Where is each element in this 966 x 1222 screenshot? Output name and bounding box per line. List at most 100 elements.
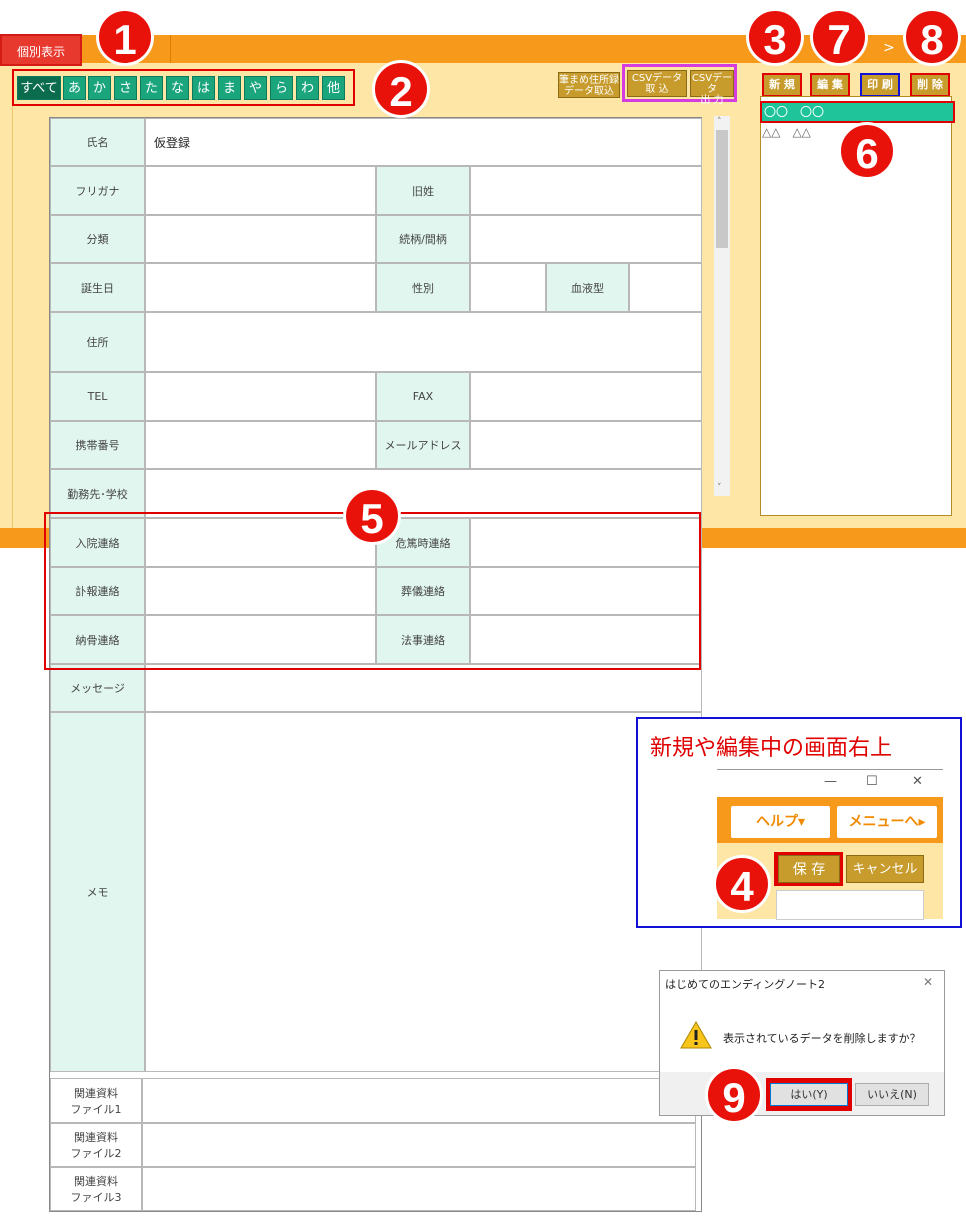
no-button[interactable]: いいえ(N) — [855, 1083, 929, 1106]
edit-button[interactable]: 編 集 — [810, 73, 850, 97]
tel-label: TEL — [50, 372, 145, 421]
csv-import-label-2: 取 込 — [645, 84, 669, 95]
kana-tab-ka[interactable]: か — [88, 76, 111, 100]
minimize-icon[interactable]: — — [824, 774, 837, 789]
kana-tab-ta[interactable]: た — [140, 76, 163, 100]
menu-button[interactable]: メニューへ▸ — [837, 806, 937, 838]
email-field[interactable] — [470, 421, 702, 469]
relation-field[interactable] — [470, 215, 702, 263]
maximize-icon[interactable]: ☐ — [866, 774, 878, 789]
mobile-field[interactable] — [145, 421, 376, 469]
file2-label-line1: 関連資料 — [74, 1131, 118, 1144]
memo-field[interactable] — [145, 712, 702, 1072]
title-bar-divider — [170, 35, 171, 63]
callout-5: 5 — [343, 487, 401, 545]
file1-label-line1: 関連資料 — [74, 1086, 118, 1100]
file3-label: 関連資料 ファイル3 — [50, 1167, 142, 1211]
left-margin — [0, 100, 13, 528]
tab-individual-view[interactable]: 個別表示 — [0, 34, 82, 66]
fude-import-label-2: データ取込 — [564, 86, 614, 97]
file1-label: 関連資料 ファイル1 — [50, 1078, 142, 1123]
callout-7: 7 — [810, 8, 868, 66]
maiden-name-field[interactable] — [470, 166, 702, 215]
kana-tab-na[interactable]: な — [166, 76, 189, 100]
dialog-close-icon[interactable]: ✕ — [923, 975, 933, 989]
dialog-title: はじめてのエンディングノート2 — [665, 978, 826, 991]
message-field[interactable] — [145, 664, 702, 712]
warning-icon — [680, 1020, 712, 1049]
kana-filter-bar: すべて あ か さ た な は ま や ら わ 他 — [12, 69, 355, 106]
kana-tab-wa[interactable]: わ — [296, 76, 319, 100]
fude-import-label-1: 筆まめ住所録 — [559, 75, 619, 86]
blood-type-label: 血液型 — [546, 263, 629, 312]
birthday-field[interactable] — [145, 263, 376, 312]
furigana-field[interactable] — [145, 166, 376, 215]
scroll-down-icon[interactable]: ˅ — [717, 483, 722, 493]
mobile-label: 携帯番号 — [50, 421, 145, 469]
window-close-icon[interactable]: ✕ — [912, 774, 923, 789]
file3-label-line1: 関連資料 — [74, 1175, 118, 1188]
csv-export-label-2: 出 力 — [700, 95, 724, 106]
inset-title: 新規や編集中の画面右上 — [650, 736, 893, 761]
gender-field[interactable] — [470, 263, 546, 312]
callout-4: 4 — [713, 855, 771, 913]
help-menu-button[interactable]: ヘルプ▾ — [731, 806, 830, 838]
kana-tab-ha[interactable]: は — [192, 76, 215, 100]
maiden-name-label: 旧姓 — [376, 166, 470, 215]
file1-field[interactable] — [142, 1078, 696, 1123]
callout-9: 9 — [705, 1066, 763, 1124]
kana-tab-other[interactable]: 他 — [322, 76, 345, 100]
kana-tab-all[interactable]: すべて — [17, 76, 61, 100]
name-field[interactable]: 仮登録 — [145, 118, 702, 166]
kana-tab-ma[interactable]: ま — [218, 76, 241, 100]
chevron-right-icon[interactable]: > — [883, 40, 897, 56]
file2-label: 関連資料 ファイル2 — [50, 1123, 142, 1167]
gender-label: 性別 — [376, 263, 470, 312]
kana-tab-sa[interactable]: さ — [114, 76, 137, 100]
yes-button[interactable]: はい(Y) — [770, 1083, 848, 1106]
tel-field[interactable] — [145, 372, 376, 421]
save-button[interactable]: 保 存 — [778, 855, 840, 883]
list-item-selected[interactable]: 〇〇 〇〇 — [760, 101, 955, 123]
scroll-up-icon[interactable]: ˄ — [717, 117, 722, 127]
kana-tab-ya[interactable]: や — [244, 76, 267, 100]
workplace-label: 勤務先･学校 — [50, 469, 145, 518]
inset-list-area — [776, 890, 924, 920]
blood-type-field[interactable] — [629, 263, 702, 312]
file2-field[interactable] — [142, 1123, 696, 1167]
fude-import-button[interactable]: 筆まめ住所録 データ取込 — [558, 72, 620, 98]
callout-8: 8 — [903, 8, 961, 66]
fax-label: FAX — [376, 372, 470, 421]
inset-divider — [717, 769, 943, 770]
print-button[interactable]: 印 刷 — [860, 73, 900, 97]
csv-import-button[interactable]: CSVデータ 取 込 — [627, 70, 687, 97]
cancel-button[interactable]: キャンセル — [846, 855, 924, 883]
file3-field[interactable] — [142, 1167, 696, 1211]
file1-label-line2: ファイル1 — [70, 1102, 122, 1116]
address-field[interactable] — [145, 312, 702, 372]
address-label: 住所 — [50, 312, 145, 372]
workplace-field[interactable] — [145, 469, 702, 518]
delete-button[interactable]: 削 除 — [910, 73, 950, 97]
file2-label-line2: ファイル2 — [70, 1147, 122, 1160]
email-label: メールアドレス — [376, 421, 470, 469]
file3-label-line2: ファイル3 — [70, 1191, 122, 1204]
fax-field[interactable] — [470, 372, 702, 421]
csv-export-button[interactable]: CSVデータ 出 力 — [690, 70, 734, 106]
csv-export-label-1: CSVデータ — [691, 73, 733, 95]
dialog-message: 表示されているデータを削除しますか？ — [723, 1032, 921, 1045]
furigana-label: フリガナ — [50, 166, 145, 215]
category-field[interactable] — [145, 215, 376, 263]
relation-label: 続柄/間柄 — [376, 215, 470, 263]
callout-1: 1 — [96, 8, 154, 66]
kana-tab-ra[interactable]: ら — [270, 76, 293, 100]
category-label: 分類 — [50, 215, 145, 263]
callout-2: 2 — [372, 60, 430, 118]
list-item[interactable]: △△ △△ — [762, 123, 811, 140]
callout-3: 3 — [746, 8, 804, 66]
new-button[interactable]: 新 規 — [762, 73, 802, 97]
scrollbar-thumb[interactable] — [716, 130, 728, 248]
memo-label: メモ — [50, 712, 145, 1072]
name-label: 氏名 — [50, 118, 145, 166]
kana-tab-a[interactable]: あ — [63, 76, 86, 100]
